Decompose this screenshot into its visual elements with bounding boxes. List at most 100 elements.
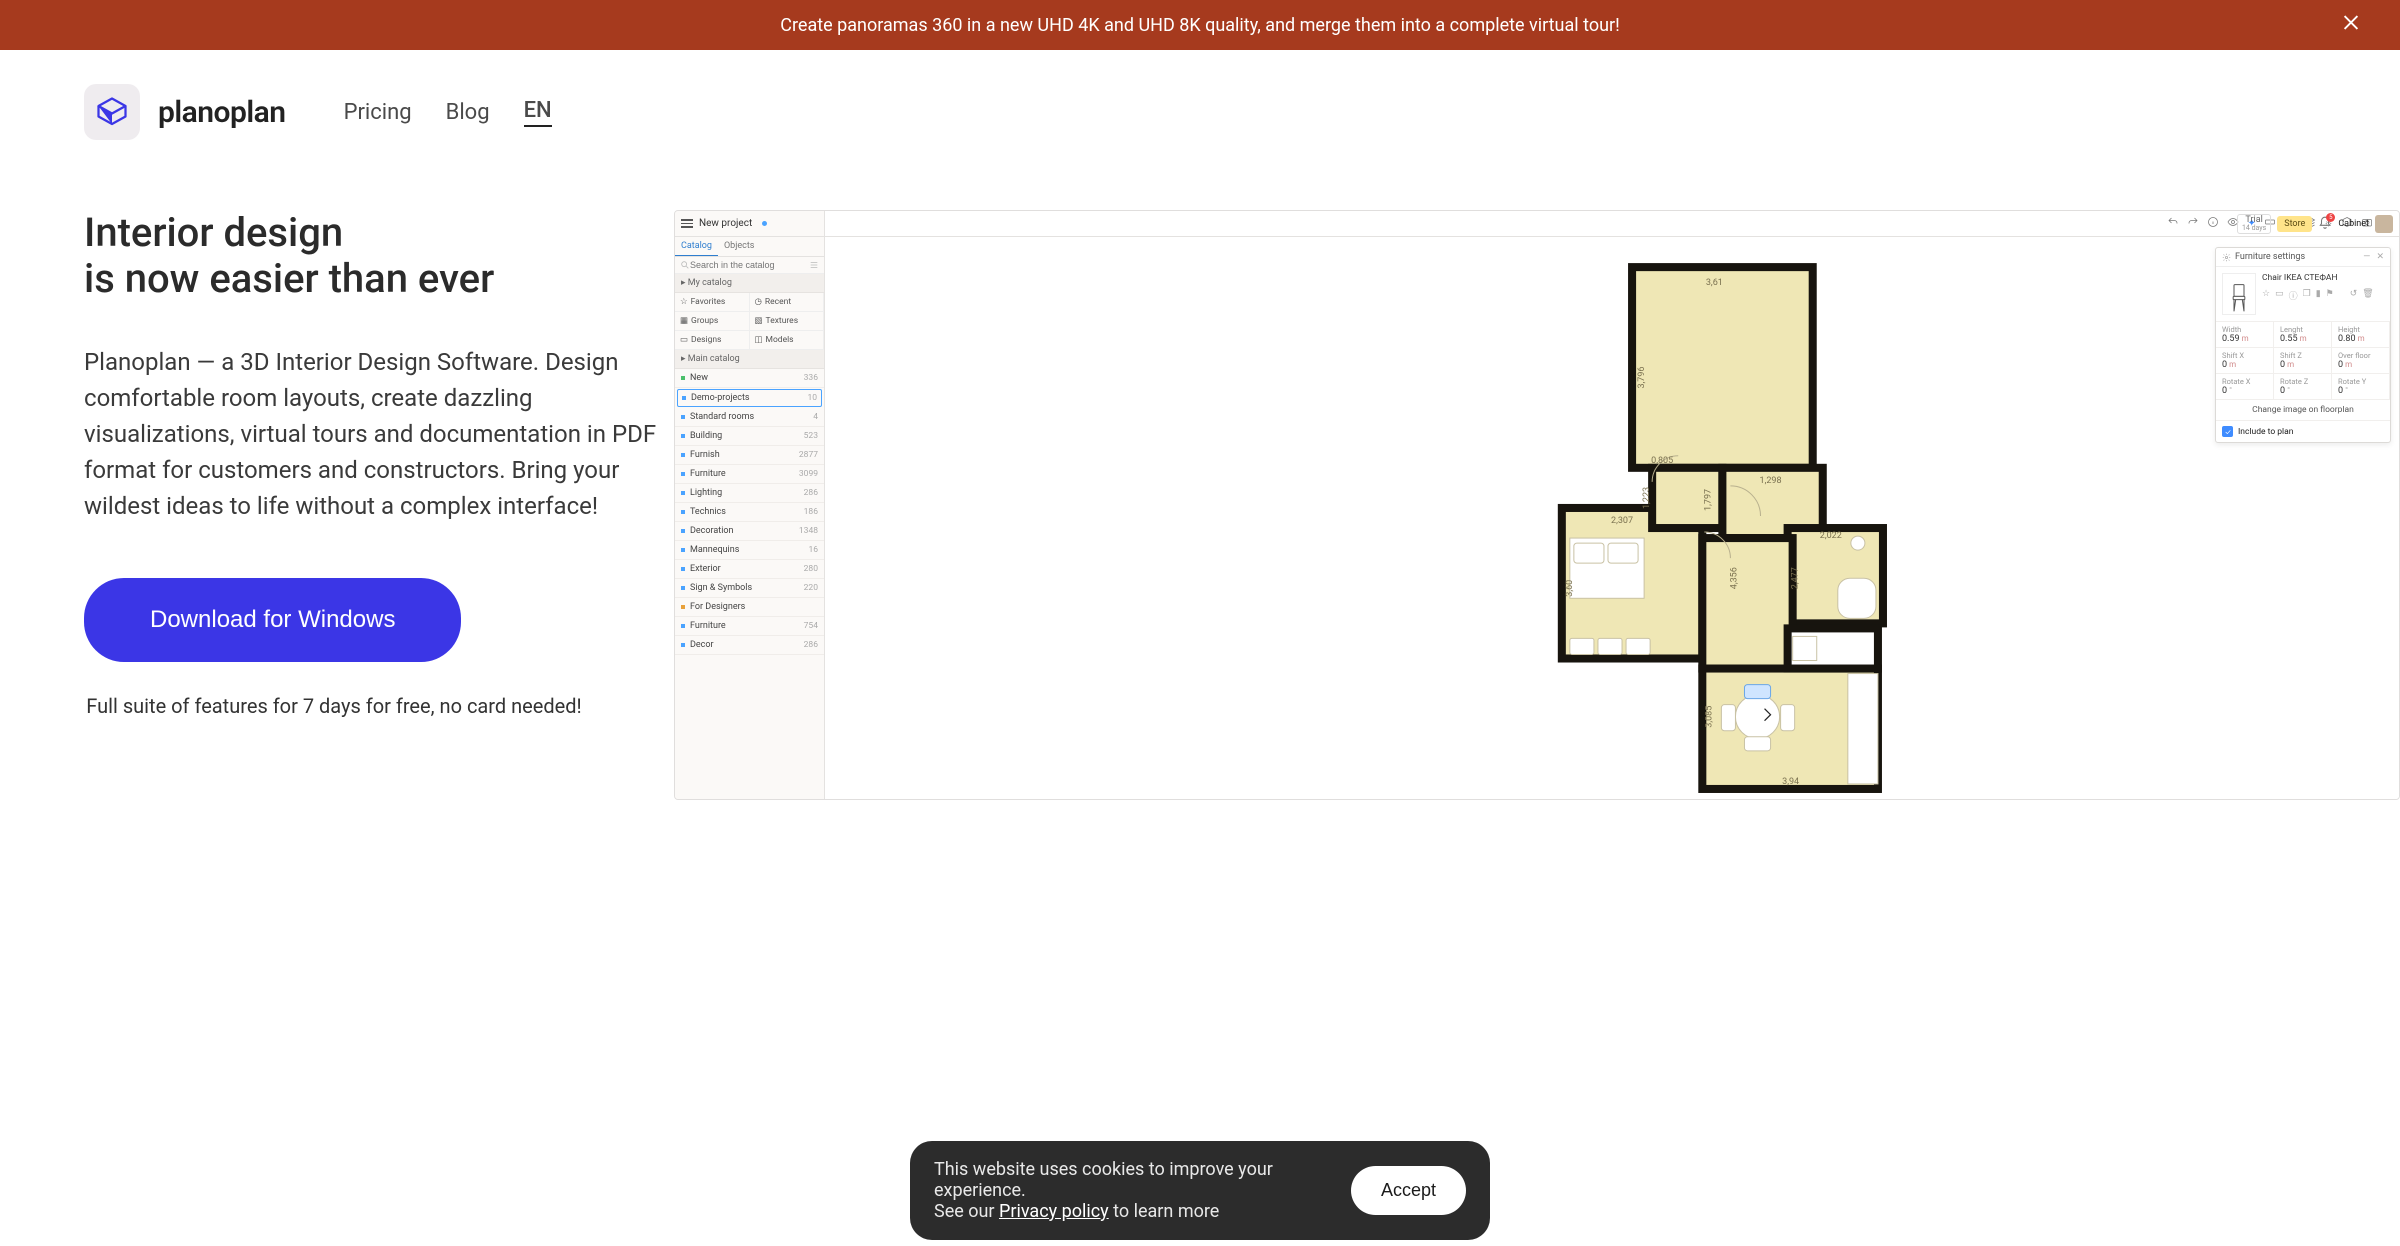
- site-header: planoplan Pricing Blog EN: [0, 50, 2400, 140]
- field-rotatez[interactable]: Rotate Z0°: [2274, 374, 2332, 400]
- cube-icon: [94, 94, 130, 130]
- quick-groups[interactable]: ▦ Groups: [675, 312, 750, 331]
- tab-catalog[interactable]: Catalog: [675, 237, 718, 256]
- svg-text:3,60: 3,60: [1565, 580, 1575, 597]
- hero-title: Interior design is now easier than ever: [84, 210, 664, 302]
- item-name: Chair IKEA СТЕФАН: [2262, 273, 2384, 283]
- category-row[interactable]: Standard rooms4: [675, 408, 824, 427]
- category-row[interactable]: For Designers: [675, 598, 824, 617]
- announcement-banner: Create panoramas 360 in a new UHD 4K and…: [0, 0, 2400, 50]
- primary-nav: Pricing Blog EN: [344, 98, 552, 127]
- quick-recent[interactable]: ◷ Recent: [750, 293, 825, 312]
- field-shiftx[interactable]: Shift X0m: [2216, 348, 2274, 374]
- category-row[interactable]: Building523: [675, 427, 824, 446]
- language-switch[interactable]: EN: [524, 98, 552, 127]
- duplicate-icon[interactable]: ▭: [2275, 289, 2284, 302]
- field-length[interactable]: Lenght0.55m: [2274, 322, 2332, 348]
- svg-text:3,61: 3,61: [1706, 278, 1723, 288]
- hero-title-line1: Interior design: [84, 209, 343, 256]
- field-shiftz[interactable]: Shift Z0m: [2274, 348, 2332, 374]
- category-row[interactable]: Mannequins16: [675, 541, 824, 560]
- category-row[interactable]: Furniture3099: [675, 465, 824, 484]
- category-row[interactable]: New336: [675, 369, 824, 388]
- canvas-area: ✦ ☼ Trial14 days Store 5 Cabinet: [825, 211, 2399, 799]
- info-icon[interactable]: [2207, 216, 2219, 231]
- gear-icon: [2222, 253, 2231, 262]
- checkbox-checked-icon[interactable]: [2222, 426, 2233, 437]
- brand-logo[interactable]: planoplan: [84, 84, 286, 140]
- category-row[interactable]: Lighting286: [675, 484, 824, 503]
- field-height[interactable]: Height0.80m: [2332, 322, 2390, 348]
- menu-icon[interactable]: [681, 219, 693, 228]
- svg-text:2,477: 2,477: [1791, 567, 1801, 589]
- svg-text:1,797: 1,797: [1703, 489, 1713, 511]
- minimize-icon[interactable]: —: [2363, 252, 2370, 262]
- notifications-button[interactable]: 5: [2318, 216, 2332, 233]
- tab-objects[interactable]: Objects: [718, 237, 760, 256]
- nav-pricing[interactable]: Pricing: [344, 100, 412, 125]
- svg-text:0,805: 0,805: [1651, 456, 1673, 466]
- cookie-toast: This website uses cookies to improve you…: [910, 1141, 1490, 1240]
- svg-text:3,085: 3,085: [1704, 706, 1714, 728]
- redo-icon[interactable]: [2187, 216, 2199, 231]
- announcement-text: Create panoramas 360 in a new UHD 4K and…: [780, 15, 1620, 36]
- reset-icon[interactable]: ↺: [2350, 289, 2358, 302]
- store-button[interactable]: Store: [2277, 216, 2312, 232]
- notification-badge: 5: [2326, 213, 2335, 222]
- close-icon: [2340, 12, 2362, 34]
- flag-icon[interactable]: ⚑: [2326, 289, 2334, 302]
- svg-text:3,94: 3,94: [1782, 777, 1799, 787]
- category-row[interactable]: Decoration1348: [675, 522, 824, 541]
- close-panel-icon[interactable]: ✕: [2376, 252, 2384, 262]
- catalog-search: [675, 257, 824, 274]
- quick-models[interactable]: ◫ Models: [750, 331, 825, 350]
- category-row[interactable]: Sign & Symbols220: [675, 579, 824, 598]
- category-row[interactable]: Furnish2877: [675, 446, 824, 465]
- floorplan[interactable]: 3,61 3,796 0,805 1,223 1,797 1,298 2,307…: [825, 237, 2399, 799]
- search-icon: [680, 260, 690, 270]
- privacy-policy-link[interactable]: Privacy policy: [999, 1201, 1109, 1222]
- svg-text:2,022: 2,022: [1820, 531, 1842, 541]
- accept-cookies-button[interactable]: Accept: [1351, 1166, 1466, 1215]
- field-rotatey[interactable]: Rotate Y0°: [2332, 374, 2390, 400]
- cabinet-link[interactable]: Cabinet: [2338, 219, 2369, 229]
- category-row[interactable]: Exterior280: [675, 560, 824, 579]
- dimensions-grid: Width0.59m Lenght0.55m Height0.80m Shift…: [2216, 322, 2390, 400]
- cookie-text: This website uses cookies to improve you…: [934, 1159, 1323, 1222]
- category-row[interactable]: Decor286: [675, 636, 824, 655]
- copy-icon[interactable]: ❐: [2303, 289, 2311, 302]
- info-small-icon[interactable]: ⓘ: [2289, 289, 2298, 302]
- lock-icon[interactable]: ▮: [2316, 289, 2321, 302]
- main-catalog-header: ▸ Main catalog: [675, 350, 824, 369]
- change-image-button[interactable]: Change image on floorplan: [2216, 400, 2390, 421]
- canvas-toolbar: ✦ ☼: [825, 211, 2399, 237]
- chair-icon: [2229, 282, 2249, 314]
- avatar[interactable]: [2375, 215, 2393, 233]
- field-width[interactable]: Width0.59m: [2216, 322, 2274, 348]
- settings-sliders-icon[interactable]: [809, 260, 819, 270]
- field-rotatex[interactable]: Rotate X0°: [2216, 374, 2274, 400]
- catalog-tabs: Catalog Objects: [675, 237, 824, 257]
- quick-textures[interactable]: ▧ Textures: [750, 312, 825, 331]
- item-actions: ☆ ▭ ⓘ ❐ ▮ ⚑ ↺ 🗑: [2262, 289, 2384, 302]
- announcement-close-button[interactable]: [2340, 12, 2362, 39]
- quick-designs[interactable]: ▭ Designs: [675, 331, 750, 350]
- unsaved-dot-icon: [762, 221, 767, 226]
- category-row[interactable]: Furniture754: [675, 617, 824, 636]
- category-row[interactable]: Demo-projects10: [677, 389, 822, 407]
- include-to-plan-label: Include to plan: [2238, 427, 2293, 437]
- quick-favorites[interactable]: ☆ Favorites: [675, 293, 750, 312]
- download-button[interactable]: Download for Windows: [84, 578, 461, 662]
- field-overfloor[interactable]: Over floor0m: [2332, 348, 2390, 374]
- category-row[interactable]: Technics186: [675, 503, 824, 522]
- undo-icon[interactable]: [2167, 216, 2179, 231]
- favorite-icon[interactable]: ☆: [2262, 289, 2270, 302]
- include-to-plan-row[interactable]: Include to plan: [2216, 421, 2390, 442]
- nav-blog[interactable]: Blog: [446, 100, 490, 125]
- trial-badge[interactable]: Trial14 days: [2237, 214, 2271, 234]
- panel-header: Furniture settings — ✕: [2216, 248, 2390, 267]
- panel-title: Furniture settings: [2235, 252, 2305, 262]
- hero-section: Interior design is now easier than ever …: [0, 140, 2400, 800]
- search-input[interactable]: [690, 260, 809, 270]
- delete-icon[interactable]: 🗑: [2362, 289, 2373, 302]
